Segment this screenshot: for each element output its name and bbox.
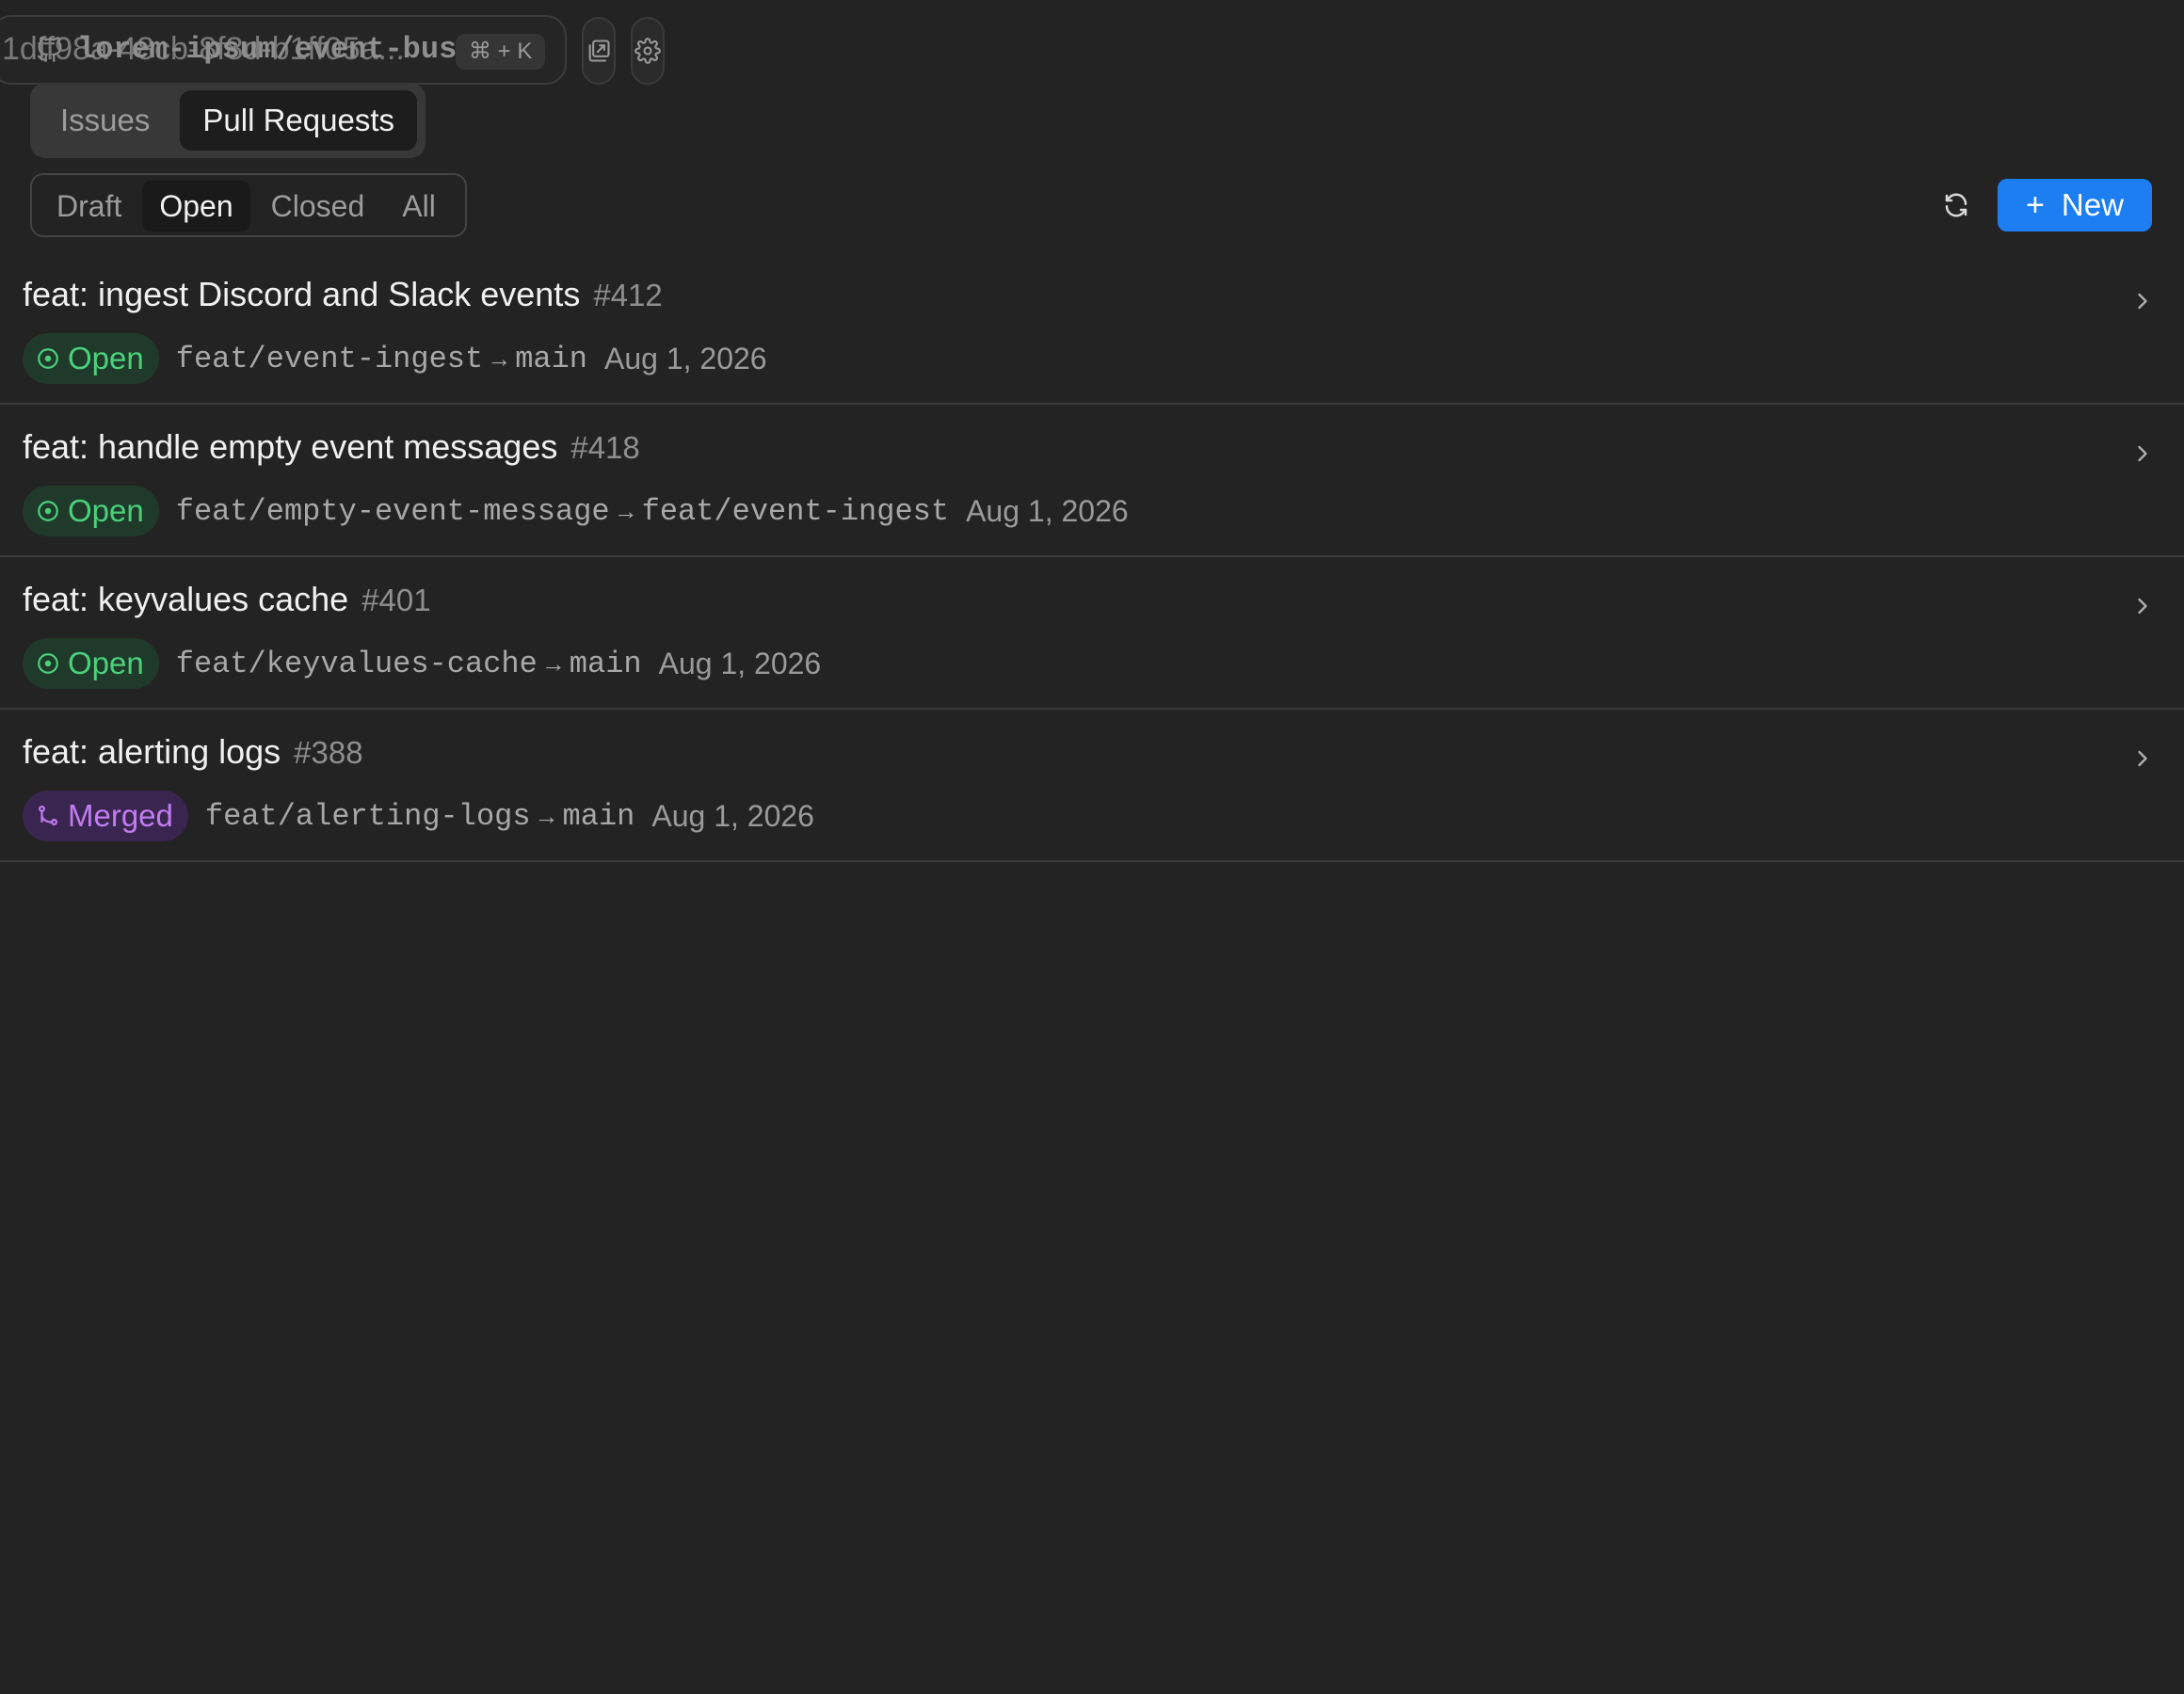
pr-title: feat: handle empty event messages <box>23 427 558 466</box>
command-shortcut-hint: ⌘ + K <box>456 34 546 70</box>
chevron-right-icon <box>2138 293 2147 310</box>
refresh-icon <box>1945 193 1967 217</box>
pr-meta: Open feat/keyvalues-cache → main Aug 1, 20… <box>23 638 821 689</box>
target-branch: main <box>569 646 642 681</box>
refresh-button[interactable] <box>1939 188 1973 222</box>
pr-title-line: feat: handle empty event messages #418 <box>23 427 640 467</box>
arrow-icon: → <box>487 344 512 373</box>
filter-closed[interactable]: Closed <box>254 181 382 232</box>
status-label: Open <box>68 493 144 528</box>
pull-request-list: feat: ingest Discord and Slack events #41… <box>0 252 2184 862</box>
merge-icon <box>39 805 57 825</box>
pull-request-row[interactable]: feat: ingest Discord and Slack events #41… <box>0 252 2184 405</box>
source-branch: feat/alerting-logs <box>204 798 531 834</box>
status-label: Open <box>68 646 144 680</box>
pr-title-line: feat: keyvalues cache #401 <box>23 580 431 619</box>
status-label: Open <box>68 341 144 376</box>
pr-number: #401 <box>361 583 431 617</box>
status-label: Merged <box>68 798 173 833</box>
pr-title-line: feat: ingest Discord and Slack events #41… <box>23 275 663 314</box>
pr-date: Aug 1, 2026 <box>604 341 767 376</box>
main-tabs: Issues Pull Requests <box>30 83 426 158</box>
gear-icon <box>634 38 661 64</box>
source-branch: feat/keyvalues-cache <box>175 646 538 681</box>
tab-issues[interactable]: Issues <box>38 90 172 151</box>
filter-draft[interactable]: Draft <box>40 181 138 232</box>
arrow-icon: → <box>613 496 638 525</box>
pull-request-row[interactable]: feat: keyvalues cache #401 Open feat/keyv… <box>0 557 2184 710</box>
github-icon <box>37 37 62 62</box>
pr-title: feat: ingest Discord and Slack events <box>23 275 581 313</box>
status-badge: Open <box>23 486 159 536</box>
pr-meta: Merged feat/alerting-logs → main Aug 1, 20… <box>23 791 814 841</box>
pr-number: #418 <box>570 430 640 465</box>
new-button-label: New <box>2061 187 2124 222</box>
status-badge: Open <box>23 333 159 384</box>
chevron-right-icon <box>2138 445 2147 462</box>
state-filter: Draft Open Closed All <box>30 173 467 237</box>
arrow-icon: → <box>540 648 566 678</box>
open-status-icon <box>38 348 58 369</box>
settings-button[interactable] <box>631 17 665 85</box>
source-branch: feat/empty-event-message <box>175 493 610 529</box>
target-branch: main <box>515 341 587 376</box>
pr-title: feat: alerting logs <box>23 732 281 771</box>
status-badge: Open <box>23 638 159 689</box>
chevron-right-icon <box>2138 750 2147 767</box>
open-status-icon <box>38 501 58 521</box>
open-status-icon <box>38 653 58 674</box>
source-branch: feat/event-ingest <box>175 341 484 376</box>
chevron-right-icon <box>2138 598 2147 615</box>
arrow-icon: → <box>534 801 559 830</box>
tab-pull-requests[interactable]: Pull Requests <box>180 90 417 151</box>
pr-number: #388 <box>294 735 363 770</box>
pr-title-line: feat: alerting logs #388 <box>23 732 363 772</box>
pr-meta: Open feat/empty-event-message → feat/event… <box>23 486 1129 536</box>
pr-number: #412 <box>593 278 663 312</box>
plus-icon: + <box>2026 187 2045 223</box>
pr-title: feat: keyvalues cache <box>23 580 349 618</box>
pr-date: Aug 1, 2026 <box>651 798 814 833</box>
filter-all[interactable]: All <box>385 181 453 232</box>
pull-request-row[interactable]: feat: handle empty event messages #418 Op… <box>0 405 2184 557</box>
open-external-icon <box>588 40 610 62</box>
pr-date: Aug 1, 2026 <box>966 493 1129 528</box>
filter-open[interactable]: Open <box>142 181 250 232</box>
status-badge: Merged <box>23 791 188 841</box>
new-pull-request-button[interactable]: + New <box>1998 179 2152 232</box>
target-branch: main <box>562 798 635 834</box>
repo-name: lorem-ipsum/event-bus <box>77 32 458 67</box>
repo-selector[interactable]: 1dff98a-48cb-8f8d-b1ff05a... lorem-ipsum… <box>0 15 567 85</box>
pr-meta: Open feat/event-ingest → main Aug 1, 2026 <box>23 333 767 384</box>
open-external-button[interactable] <box>582 17 616 85</box>
pull-request-row[interactable]: feat: alerting logs #388 Merged feat/aler… <box>0 710 2184 862</box>
pr-date: Aug 1, 2026 <box>658 646 822 680</box>
pull-requests-page: 1dff98a-48cb-8f8d-b1ff05a... lorem-ipsum… <box>0 0 2184 1694</box>
target-branch: feat/event-ingest <box>641 493 950 529</box>
